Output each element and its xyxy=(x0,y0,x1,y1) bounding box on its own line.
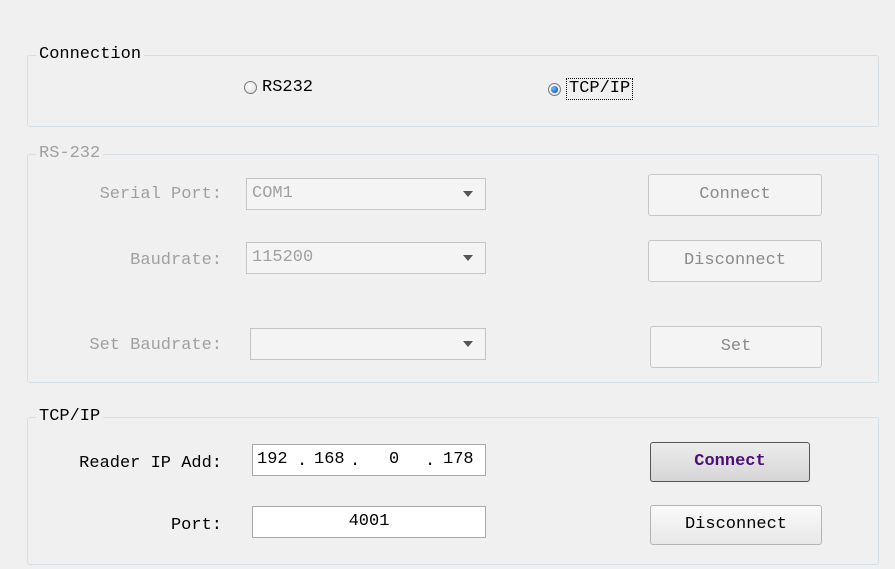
connection-group: Connection RS232 TCP/IP xyxy=(27,44,879,127)
chevron-down-icon xyxy=(463,191,473,197)
radio-tcpip[interactable]: TCP/IP xyxy=(548,78,634,100)
set-baudrate-button[interactable]: Set xyxy=(650,326,822,368)
connection-group-title: Connection xyxy=(36,44,145,66)
radio-button-icon xyxy=(244,81,257,94)
radio-rs232-label: RS232 xyxy=(262,78,314,97)
baudrate-select[interactable]: 115200 xyxy=(246,242,486,274)
ip-octet-2[interactable]: 168 xyxy=(314,445,345,475)
set-baudrate-select[interactable] xyxy=(250,328,486,360)
baudrate-value: 115200 xyxy=(252,248,314,267)
chevron-down-icon xyxy=(463,255,473,261)
ip-octet-1[interactable]: 192 xyxy=(257,445,288,475)
tcpip-group-title: TCP/IP xyxy=(36,406,104,428)
reader-ip-input[interactable]: 192 . 168 . 0 . 178 xyxy=(252,444,486,476)
set-baudrate-label: Set Baudrate: xyxy=(89,336,222,355)
ip-dot-2: . xyxy=(350,452,361,471)
chevron-down-icon xyxy=(463,341,473,347)
serial-port-value: COM1 xyxy=(252,184,293,203)
reader-ip-label: Reader IP Add: xyxy=(79,454,222,473)
radio-tcpip-label: TCP/IP xyxy=(566,78,634,100)
ip-dot-1: . xyxy=(297,452,308,471)
ip-octet-4[interactable]: 178 xyxy=(443,445,474,475)
ip-dot-3: . xyxy=(425,452,436,471)
tcpip-disconnect-button[interactable]: Disconnect xyxy=(650,505,822,545)
tcpip-connect-button[interactable]: Connect xyxy=(650,442,810,482)
ip-octet-3[interactable]: 0 xyxy=(389,445,399,475)
radio-rs232[interactable]: RS232 xyxy=(244,78,313,97)
port-input[interactable]: 4001 xyxy=(252,506,486,538)
serial-port-select[interactable]: COM1 xyxy=(246,178,486,210)
rs232-connect-button[interactable]: Connect xyxy=(648,174,822,216)
tcpip-group: TCP/IP Reader IP Add: 192 . 168 . 0 . 17… xyxy=(27,406,879,565)
baudrate-label: Baudrate: xyxy=(130,251,222,270)
rs232-group-title: RS-232 xyxy=(36,143,104,165)
rs232-group: RS-232 Serial Port: COM1 Connect Baudrat… xyxy=(27,143,879,383)
rs232-disconnect-button[interactable]: Disconnect xyxy=(648,240,822,282)
port-label: Port: xyxy=(170,516,222,535)
radio-button-icon xyxy=(548,82,561,96)
serial-port-label: Serial Port: xyxy=(99,185,222,204)
port-value: 4001 xyxy=(348,512,390,531)
